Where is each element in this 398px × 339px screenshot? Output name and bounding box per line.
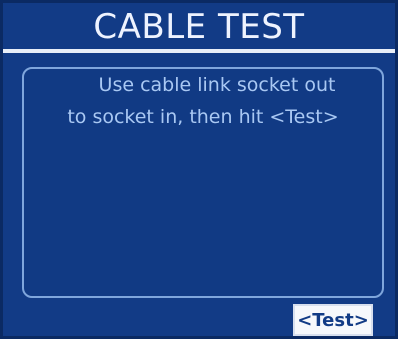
test-button[interactable]: <Test>	[293, 304, 373, 336]
title-divider	[3, 49, 395, 53]
cable-test-screen: CABLE TEST Use cable link socket out to …	[0, 0, 398, 339]
message-panel: Use cable link socket out to socket in, …	[22, 67, 384, 298]
message-line-1: Use cable link socket out	[98, 74, 336, 96]
message-line-2: to socket in, then hit <Test>	[67, 106, 339, 128]
screen-title: CABLE TEST	[93, 7, 305, 47]
